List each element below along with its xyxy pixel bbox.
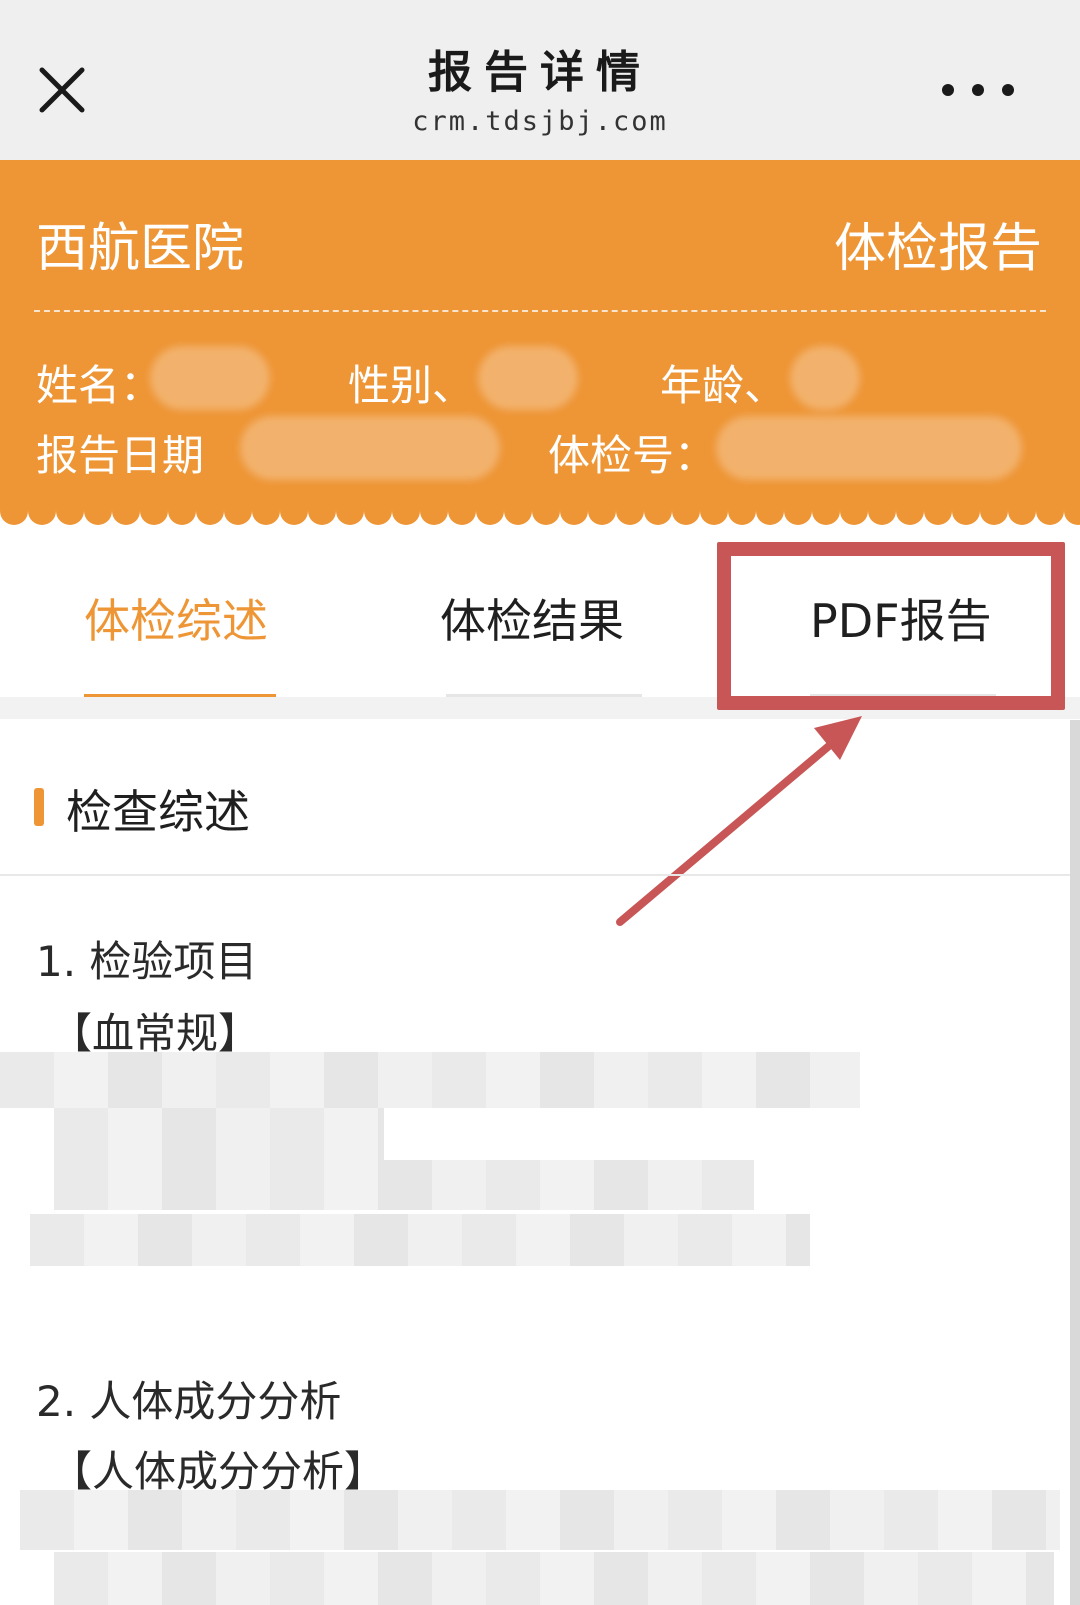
report-header: 西航医院 体检报告 姓名： 性别、 年龄、 报告日期 体检号：	[0, 160, 1080, 510]
annotation-arrow	[616, 716, 862, 926]
header-divider	[34, 310, 1046, 312]
gender-label: 性别、	[348, 361, 475, 410]
redacted-text-block	[54, 1160, 754, 1210]
exam-number-value-redacted	[716, 416, 1022, 480]
report-date-label: 报告日期	[36, 431, 205, 480]
section-accent-bar	[34, 788, 44, 826]
scrollbar[interactable]	[1070, 720, 1080, 1605]
header-scallop-edge	[0, 505, 1080, 539]
top-nav-bar: 报告详情 crm.tdsjbj.com	[0, 0, 1080, 160]
more-dots-icon[interactable]	[936, 78, 1020, 102]
tab-exam-results[interactable]: 体检结果	[440, 585, 624, 651]
hospital-name: 西航医院	[36, 219, 245, 279]
report-type: 体检报告	[833, 219, 1042, 279]
redacted-text-block	[54, 1108, 384, 1160]
redacted-text-block	[20, 1490, 1060, 1550]
name-label: 姓名：	[36, 361, 163, 410]
page-title: 报告详情	[428, 47, 652, 98]
report-date-value-redacted	[240, 416, 500, 480]
age-label: 年龄、	[660, 361, 787, 410]
age-value-redacted	[790, 346, 860, 410]
redacted-text-block	[0, 1052, 860, 1108]
redacted-text-block	[54, 1552, 1054, 1605]
annotation-highlight-box	[717, 542, 1065, 710]
item1-title: 1. 检验项目	[36, 937, 258, 986]
exam-number-label: 体检号：	[548, 431, 717, 480]
gender-value-redacted	[478, 346, 578, 410]
section-title: 检查综述	[66, 785, 250, 839]
redacted-text-block	[30, 1214, 810, 1266]
page-url: crm.tdsjbj.com	[412, 106, 668, 137]
tab-exam-summary[interactable]: 体检综述	[84, 585, 268, 651]
name-value-redacted	[150, 346, 270, 410]
item2-title: 2. 人体成分分析	[36, 1377, 342, 1426]
section-divider	[0, 874, 1080, 876]
